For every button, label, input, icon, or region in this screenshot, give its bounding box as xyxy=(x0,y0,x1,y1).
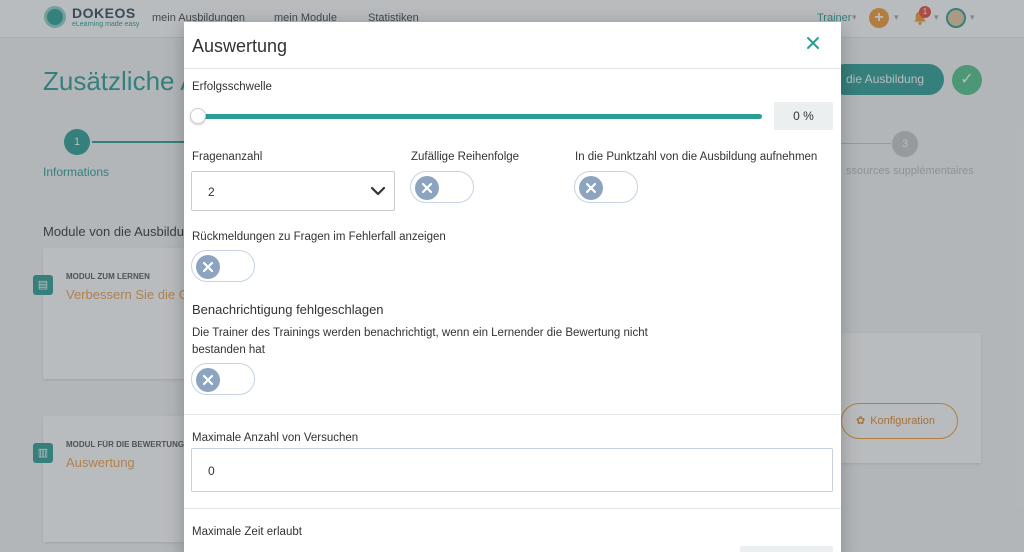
max-time-label: Maximale Zeit erlaubt xyxy=(192,526,302,538)
threshold-slider[interactable] xyxy=(196,114,762,119)
include-score-label: In die Punktzahl von die Ausbildung aufn… xyxy=(575,151,818,163)
feedback-label: Rückmeldungen zu Fragen im Fehlerfall an… xyxy=(192,231,446,243)
max-attempts-input[interactable]: 0 xyxy=(191,448,833,492)
failure-notification-description: Die Trainer des Trainings werden benachr… xyxy=(192,327,648,356)
random-order-label: Zufällige Reihenfolge xyxy=(411,151,520,163)
chevron-down-icon xyxy=(370,186,386,196)
question-count-select[interactable]: 2 xyxy=(191,171,395,211)
failure-notification-toggle[interactable] xyxy=(191,363,255,395)
include-score-toggle[interactable] xyxy=(574,171,638,203)
feedback-toggle[interactable] xyxy=(191,250,255,282)
max-attempts-label: Maximale Anzahl von Versuchen xyxy=(192,432,359,444)
random-order-toggle[interactable] xyxy=(410,171,474,203)
close-icon[interactable] xyxy=(806,36,820,50)
x-icon xyxy=(202,261,214,273)
question-count-value: 2 xyxy=(208,185,215,199)
divider xyxy=(184,414,841,415)
x-icon xyxy=(421,182,433,194)
slider-handle[interactable] xyxy=(190,108,206,124)
divider xyxy=(184,508,841,509)
modal-title: Auswertung xyxy=(192,36,288,56)
divider xyxy=(184,68,841,69)
max-attempts-value: 0 xyxy=(208,464,215,478)
x-icon xyxy=(585,182,597,194)
threshold-value: 0 % xyxy=(774,102,833,130)
question-count-label: Fragenanzahl xyxy=(192,151,263,163)
failure-notification-title: Benachrichtigung fehlgeschlagen xyxy=(192,302,384,317)
x-icon xyxy=(202,374,214,386)
threshold-label: Erfolgsschwelle xyxy=(192,81,272,93)
evaluation-settings-modal: Auswertung Erfolgsschwelle 0 % Fragenanz… xyxy=(184,22,841,552)
max-time-input[interactable] xyxy=(740,546,833,552)
